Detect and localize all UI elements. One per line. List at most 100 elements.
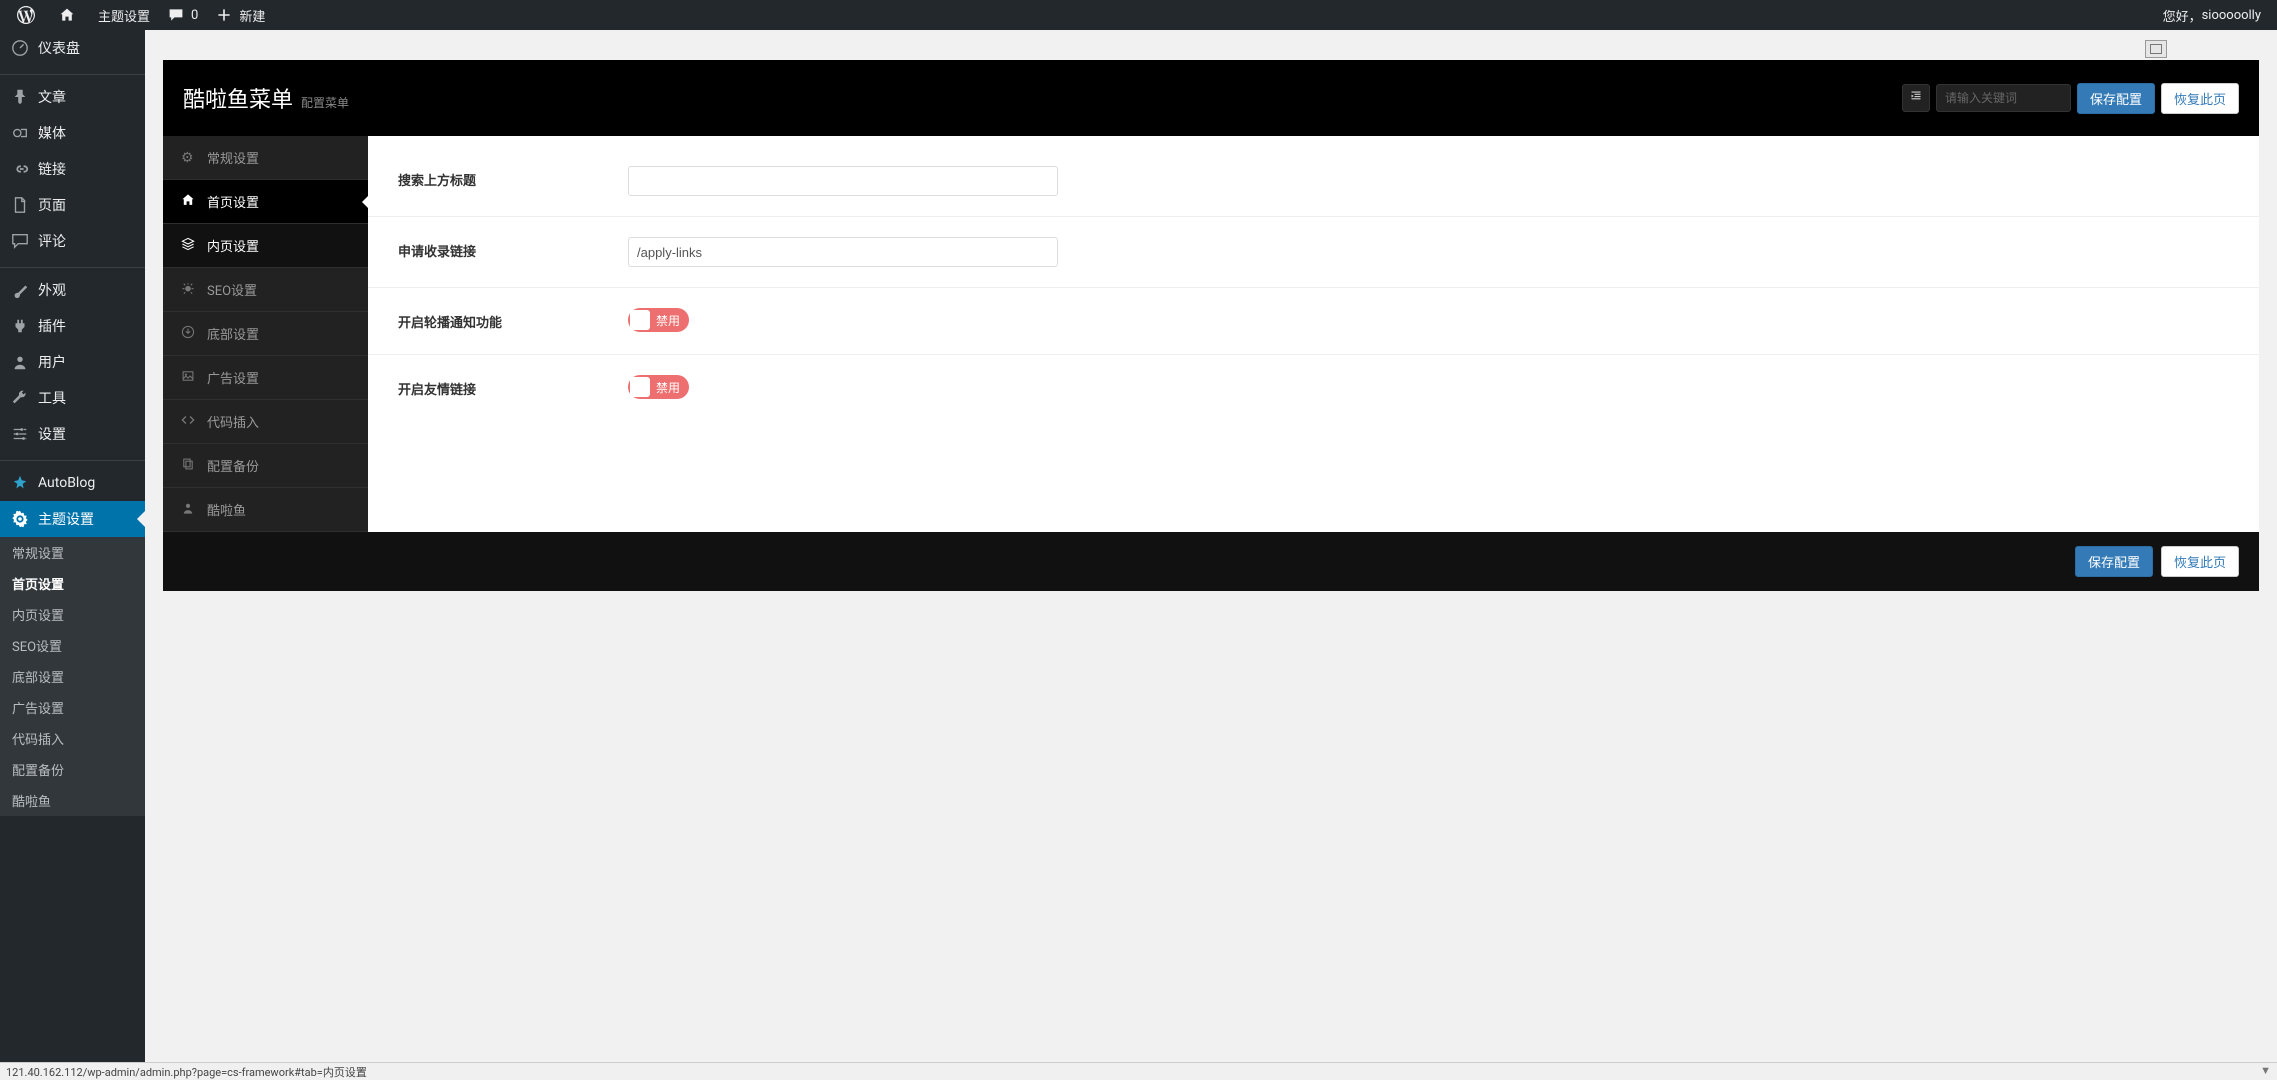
menu-appearance-label: 外观 <box>38 280 66 300</box>
content-area: 酷啦鱼菜单 配置菜单 保存配置 恢复此页 ⚙ 常规设置 首页设置 内页设置 <box>145 30 2277 1080</box>
menu-posts[interactable]: 文章 <box>0 79 145 115</box>
media-icon <box>10 123 30 143</box>
sliders-icon <box>10 424 30 444</box>
nav-home-label: 首页设置 <box>207 192 259 211</box>
submenu-home[interactable]: 首页设置 <box>0 568 145 599</box>
field-enable-friendlinks-label: 开启友情链接 <box>398 375 628 401</box>
nav-footer[interactable]: 底部设置 <box>163 312 368 356</box>
wp-logo[interactable] <box>8 0 49 30</box>
adminbar-greeting[interactable]: 您好， siooooolly <box>2155 0 2269 30</box>
menu-users-label: 用户 <box>38 352 66 372</box>
field-enable-carousel: 开启轮播通知功能 禁用 <box>368 288 2259 355</box>
nav-backup[interactable]: 配置备份 <box>163 444 368 488</box>
broken-image-placeholder <box>2145 40 2167 58</box>
submenu-footer[interactable]: 底部设置 <box>0 661 145 692</box>
plugin-icon <box>10 316 30 336</box>
nav-general[interactable]: ⚙ 常规设置 <box>163 136 368 180</box>
save-button-top[interactable]: 保存配置 <box>2077 83 2155 114</box>
expand-all-button[interactable] <box>1902 84 1930 112</box>
menu-comments[interactable]: 评论 <box>0 223 145 259</box>
download-icon <box>181 325 197 343</box>
browser-statusbar: 121.40.162.112/wp-admin/admin.php?page=c… <box>0 1062 2277 1080</box>
menu-pages[interactable]: 页面 <box>0 187 145 223</box>
image-icon <box>181 369 197 387</box>
submenu-inner[interactable]: 内页设置 <box>0 599 145 630</box>
menu-separator <box>0 456 145 461</box>
nav-ads[interactable]: 广告设置 <box>163 356 368 400</box>
copy-icon <box>181 457 197 475</box>
plus-icon <box>214 5 234 25</box>
menu-autoblog[interactable]: AutoBlog <box>0 465 145 501</box>
menu-tools-label: 工具 <box>38 388 66 408</box>
options-title: 酷啦鱼菜单 <box>183 82 293 114</box>
options-framework: 酷啦鱼菜单 配置菜单 保存配置 恢复此页 ⚙ 常规设置 首页设置 内页设置 <box>163 60 2259 591</box>
menu-links-label: 链接 <box>38 159 66 179</box>
comment-count: 0 <box>191 8 198 23</box>
code-icon <box>181 413 197 431</box>
toggle-state-label: 禁用 <box>650 379 687 396</box>
apply-link-input[interactable] <box>628 237 1058 267</box>
gear-icon: ⚙ <box>181 150 197 166</box>
search-title-input[interactable] <box>628 166 1058 196</box>
field-search-title: 搜索上方标题 <box>368 146 2259 217</box>
field-enable-carousel-label: 开启轮播通知功能 <box>398 308 628 334</box>
menu-theme-options[interactable]: 主题设置 <box>0 501 145 537</box>
menu-media-label: 媒体 <box>38 123 66 143</box>
reset-button-bottom[interactable]: 恢复此页 <box>2161 546 2239 577</box>
nav-code-label: 代码插入 <box>207 412 259 431</box>
adminbar-comments[interactable]: 0 <box>158 0 206 30</box>
menu-settings[interactable]: 设置 <box>0 416 145 452</box>
save-button-bottom[interactable]: 保存配置 <box>2075 546 2153 577</box>
brush-icon <box>10 280 30 300</box>
submenu-seo[interactable]: SEO设置 <box>0 630 145 661</box>
menu-tools[interactable]: 工具 <box>0 380 145 416</box>
nav-general-label: 常规设置 <box>207 148 259 167</box>
submenu-coolfish[interactable]: 酷啦鱼 <box>0 785 145 816</box>
nav-home[interactable]: 首页设置 <box>163 180 368 224</box>
home-icon <box>181 193 197 211</box>
menu-appearance[interactable]: 外观 <box>0 272 145 308</box>
menu-theme-options-label: 主题设置 <box>38 509 94 529</box>
comments-icon <box>10 231 30 251</box>
autoblog-icon <box>10 473 30 493</box>
dashboard-icon <box>10 38 30 58</box>
bug-icon <box>181 281 197 299</box>
enable-carousel-toggle[interactable]: 禁用 <box>628 308 689 332</box>
adminbar-new[interactable]: 新建 <box>206 0 273 30</box>
menu-plugins[interactable]: 插件 <box>0 308 145 344</box>
site-home[interactable] <box>49 0 90 30</box>
menu-users[interactable]: 用户 <box>0 344 145 380</box>
page-icon <box>10 195 30 215</box>
options-subtitle: 配置菜单 <box>301 94 349 111</box>
options-search-input[interactable] <box>1936 84 2071 112</box>
menu-media[interactable]: 媒体 <box>0 115 145 151</box>
reset-button-top[interactable]: 恢复此页 <box>2161 83 2239 114</box>
wordpress-icon <box>16 5 36 25</box>
nav-inner-label: 内页设置 <box>207 236 259 255</box>
nav-seo-label: SEO设置 <box>207 280 257 299</box>
toggle-knob <box>630 310 650 330</box>
menu-dashboard[interactable]: 仪表盘 <box>0 30 145 66</box>
submenu-general[interactable]: 常规设置 <box>0 537 145 568</box>
layers-icon <box>181 237 197 255</box>
pin-icon <box>10 87 30 107</box>
wp-adminbar: 主题设置 0 新建 您好， siooooolly <box>0 0 2277 30</box>
menu-links[interactable]: 链接 <box>0 151 145 187</box>
link-icon <box>10 159 30 179</box>
nav-seo[interactable]: SEO设置 <box>163 268 368 312</box>
nav-ads-label: 广告设置 <box>207 368 259 387</box>
nav-code[interactable]: 代码插入 <box>163 400 368 444</box>
menu-comments-label: 评论 <box>38 231 66 251</box>
options-header: 酷啦鱼菜单 配置菜单 保存配置 恢复此页 <box>163 60 2259 136</box>
submenu-code[interactable]: 代码插入 <box>0 723 145 754</box>
nav-coolfish[interactable]: 酷啦鱼 <box>163 488 368 532</box>
submenu-ads[interactable]: 广告设置 <box>0 692 145 723</box>
enable-friendlinks-toggle[interactable]: 禁用 <box>628 375 689 399</box>
nav-backup-label: 配置备份 <box>207 456 259 475</box>
submenu-backup[interactable]: 配置备份 <box>0 754 145 785</box>
nav-inner[interactable]: 内页设置 <box>163 224 368 268</box>
adminbar-theme-settings[interactable]: 主题设置 <box>90 0 158 30</box>
field-apply-link-label: 申请收录链接 <box>398 237 628 267</box>
field-apply-link: 申请收录链接 <box>368 217 2259 288</box>
options-body: ⚙ 常规设置 首页设置 内页设置 SEO设置 底部设置 广告设置 代码插入 配置备… <box>163 136 2259 532</box>
